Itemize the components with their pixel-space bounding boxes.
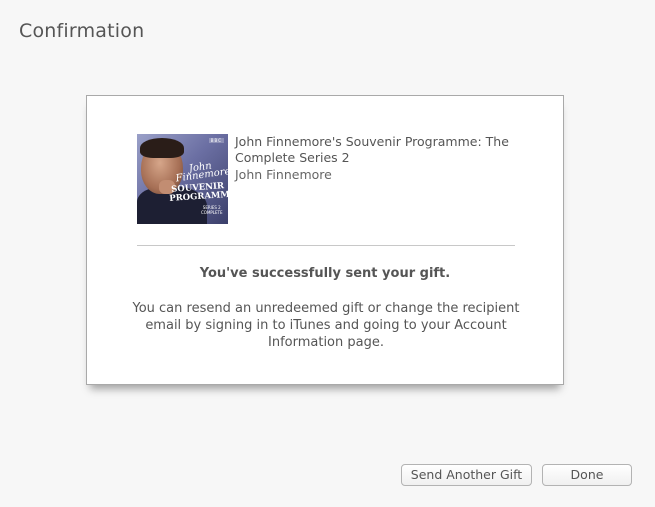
cover-title-text: SOUVENIR PROGRAMME — [169, 181, 228, 205]
success-message: You've successfully sent your gift. — [199, 266, 451, 281]
gift-item: BBC John Finnemore's SOUVENIR PROGRAMME … — [137, 134, 517, 226]
cover-complete-label: COMPLETE — [201, 210, 223, 215]
page-title: Confirmation — [19, 20, 145, 42]
item-title: John Finnemore's Souvenir Programme: The… — [235, 134, 509, 165]
item-meta: John Finnemore's Souvenir Programme: The… — [235, 134, 515, 183]
send-another-gift-button[interactable]: Send Another Gift — [401, 464, 532, 486]
done-button[interactable]: Done — [542, 464, 632, 486]
cover-figure-hair — [140, 138, 184, 158]
album-cover: BBC John Finnemore's SOUVENIR PROGRAMME … — [137, 134, 228, 224]
confirmation-card: BBC John Finnemore's SOUVENIR PROGRAMME … — [86, 95, 564, 385]
divider — [137, 245, 515, 246]
cover-series-text: SERIES 2 COMPLETE — [201, 205, 223, 215]
item-author: John Finnemore — [235, 167, 332, 182]
cover-badge: BBC — [208, 138, 224, 143]
info-message: You can resend an unredeemed gift or cha… — [132, 301, 520, 350]
